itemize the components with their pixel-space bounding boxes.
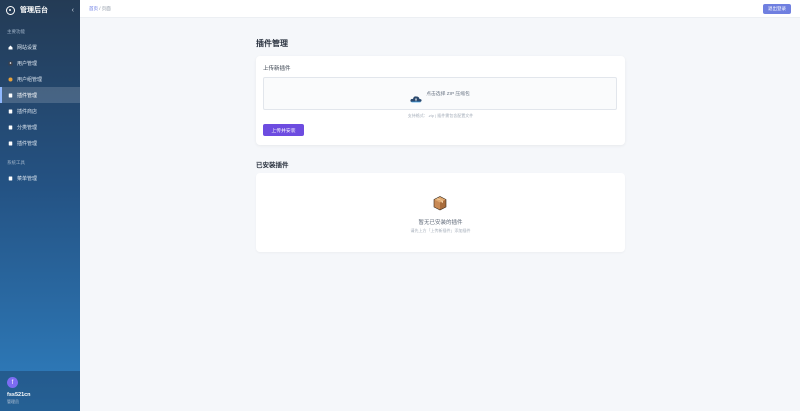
store-icon xyxy=(8,109,13,114)
upload-card-title: 上传新插件 xyxy=(263,66,291,72)
sidebar-item-plugin-store[interactable]: 插件商店 xyxy=(0,103,80,119)
topbar: 首页 / 页面 退出登录 xyxy=(80,0,800,18)
sidebar-item-label: 插件管理 xyxy=(17,140,38,147)
sidebar-item-plugins-2[interactable]: 插件管理 xyxy=(0,135,80,151)
sidebar-item-label: 用户组管理 xyxy=(17,76,43,83)
breadcrumb-separator: / xyxy=(99,5,101,11)
breadcrumb-current: 页面 xyxy=(101,5,111,11)
upload-card: 上传新插件 点击选择 ZIP 压缩包 支持格式：.zip | 插件需包含配置文件… xyxy=(256,56,625,145)
puzzle-icon xyxy=(8,93,13,98)
file-dropzone[interactable]: 点击选择 ZIP 压缩包 xyxy=(263,77,617,110)
upload-cloud-icon xyxy=(410,90,422,102)
breadcrumb: 首页 / 页面 xyxy=(89,6,111,12)
sidebar-item-label: 用户管理 xyxy=(17,60,38,67)
sidebar: 管理后台 ‹ 主要功能 网站设置 用户管理 用户组管理 插件管理 插件商店 分类… xyxy=(0,0,80,411)
users-icon xyxy=(8,77,13,82)
avatar: f xyxy=(7,377,18,388)
installed-plugins-empty: 暂无已安装的插件 请先上方「上传新插件」添加插件 xyxy=(256,173,625,252)
sidebar-item-label: 分类管理 xyxy=(17,124,38,131)
upload-install-button[interactable]: 上传并安装 xyxy=(263,124,304,136)
folder-icon xyxy=(8,125,13,130)
empty-state-text: 暂无已安装的插件 xyxy=(418,220,463,226)
sidebar-item-label: 插件管理 xyxy=(17,92,38,99)
sidebar-item-user-groups[interactable]: 用户组管理 xyxy=(0,71,80,87)
puzzle-icon xyxy=(8,141,13,146)
gear-logo-icon xyxy=(6,5,15,15)
upload-hint: 支持格式：.zip | 插件需包含配置文件 xyxy=(407,113,474,118)
chevron-left-icon[interactable]: ‹ xyxy=(72,7,74,14)
dropzone-text: 点击选择 ZIP 压缩包 xyxy=(426,92,470,97)
sidebar-item-menu[interactable]: 菜单管理 xyxy=(0,170,80,186)
sidebar-item-label: 插件商店 xyxy=(17,108,38,115)
brand: 管理后台 ‹ xyxy=(0,1,80,19)
user-profile[interactable]: f fss521cn 管理员 xyxy=(0,371,80,411)
page-title: 插件管理 xyxy=(256,39,288,48)
logout-button[interactable]: 退出登录 xyxy=(763,4,791,14)
user-name: fss521cn xyxy=(7,392,31,398)
breadcrumb-home[interactable]: 首页 xyxy=(89,6,98,11)
box-icon xyxy=(431,194,449,212)
sidebar-item-plugins[interactable]: 插件管理 xyxy=(0,87,80,103)
empty-state-subtext: 请先上方「上传新插件」添加插件 xyxy=(410,228,471,233)
sidebar-item-users[interactable]: 用户管理 xyxy=(0,55,80,71)
home-icon xyxy=(8,45,13,50)
installed-section-title: 已安装插件 xyxy=(256,162,289,169)
user-icon xyxy=(8,61,13,66)
sidebar-item-site-settings[interactable]: 网站设置 xyxy=(0,39,80,55)
sidebar-item-label: 网站设置 xyxy=(17,44,38,51)
sidebar-item-label: 菜单管理 xyxy=(17,175,38,182)
sidebar-item-categories[interactable]: 分类管理 xyxy=(0,119,80,135)
user-role: 管理员 xyxy=(7,399,19,404)
menu-icon xyxy=(8,176,13,181)
brand-title: 管理后台 xyxy=(20,7,48,14)
